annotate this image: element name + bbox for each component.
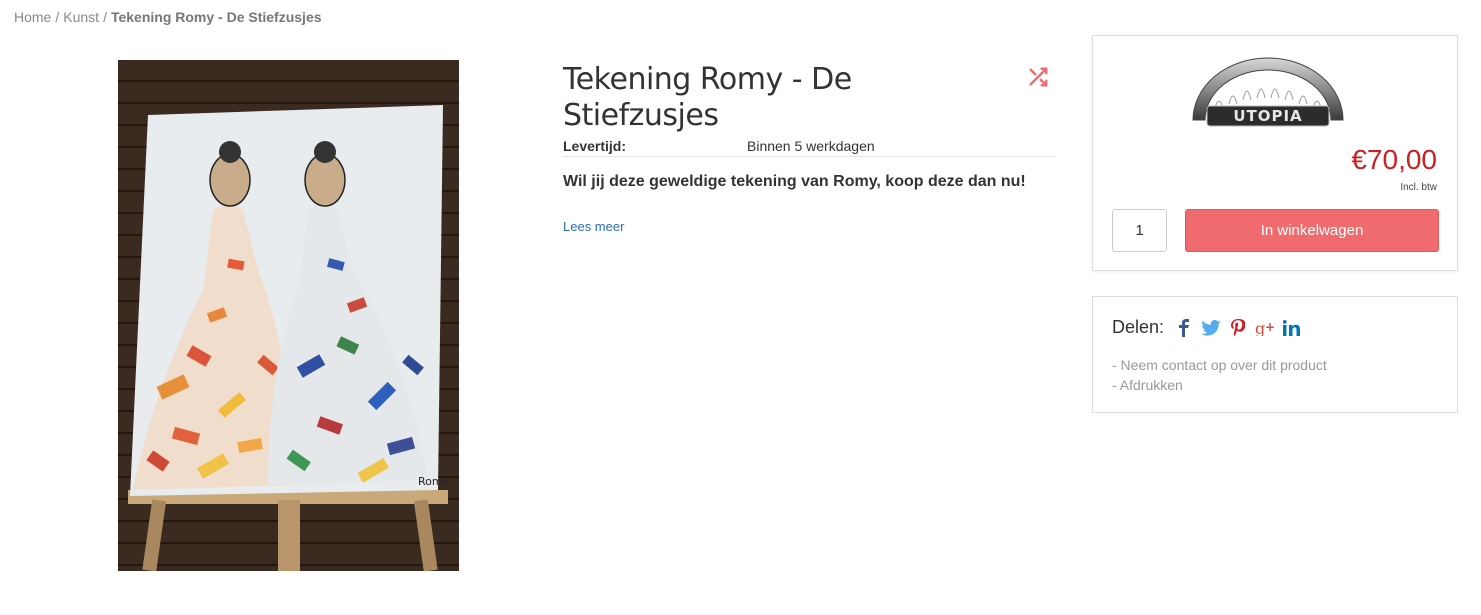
breadcrumb-kunst[interactable]: Kunst [63, 9, 99, 25]
buy-box: UTOPIA €70,00 Incl. btw In winkelwagen [1092, 35, 1458, 271]
add-to-cart-button[interactable]: In winkelwagen [1185, 209, 1439, 252]
read-more-link[interactable]: Lees meer [563, 219, 624, 234]
brand-logo-text: UTOPIA [1233, 107, 1302, 125]
brand-logo[interactable]: UTOPIA [1185, 48, 1351, 130]
print-link[interactable]: - Afdrukken [1112, 375, 1327, 395]
share-row: Delen: g + [1112, 317, 1309, 338]
pinterest-icon[interactable] [1228, 318, 1248, 338]
breadcrumb-separator: / [103, 9, 107, 25]
delivery-label: Levertijd: [563, 138, 627, 154]
twitter-icon[interactable] [1201, 318, 1221, 338]
product-title: Tekening Romy - De Stiefzusjes [563, 62, 852, 133]
svg-text:g: g [1255, 320, 1265, 336]
product-image[interactable]: Romy [118, 60, 459, 571]
shuffle-compare-icon[interactable] [1027, 66, 1049, 88]
google-plus-icon[interactable]: g + [1255, 318, 1275, 338]
breadcrumb-current: Tekening Romy - De Stiefzusjes [110, 9, 322, 25]
painting-signature: Romy [418, 475, 450, 488]
share-box: Delen: g + - Neem contact op over dit pro… [1092, 296, 1458, 413]
vat-note: Incl. btw [1400, 182, 1437, 193]
breadcrumb-home[interactable]: Home [14, 9, 51, 25]
svg-text:+: + [1265, 320, 1275, 334]
delivery-row: Levertijd: Binnen 5 werkdagen [563, 138, 1055, 157]
contact-about-product-link[interactable]: - Neem contact op over dit product [1112, 355, 1327, 375]
delivery-value: Binnen 5 werkdagen [747, 138, 875, 154]
product-links: - Neem contact op over dit product - Afd… [1112, 355, 1327, 395]
product-lead: Wil jij deze geweldige tekening van Romy… [563, 173, 1026, 190]
painting-illustration: Romy [118, 60, 459, 571]
product-price: €70,00 [1351, 144, 1437, 175]
facebook-icon[interactable] [1174, 318, 1194, 338]
linkedin-icon[interactable] [1282, 318, 1302, 338]
breadcrumb-separator: / [55, 9, 60, 25]
quantity-input[interactable] [1112, 209, 1167, 252]
breadcrumb: Home / Kunst / Tekening Romy - De Stiefzusje… [14, 9, 322, 25]
product-info: Tekening Romy - De Stiefzusjes Levertijd… [563, 62, 1055, 236]
share-label: Delen: [1112, 317, 1165, 337]
